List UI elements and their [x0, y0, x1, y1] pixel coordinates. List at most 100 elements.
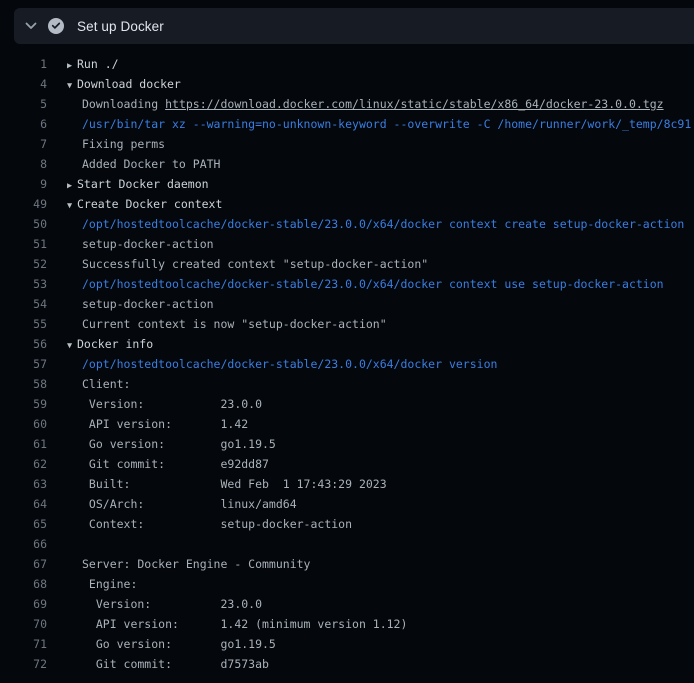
triangle-right-icon[interactable]: ▶: [67, 56, 77, 75]
line-number[interactable]: 62: [0, 454, 47, 474]
log-line: 1 ▶Run ./: [0, 54, 694, 74]
log-command: /opt/hostedtoolcache/docker-stable/23.0.…: [82, 357, 497, 371]
log-text: Context: setup-docker-action: [82, 517, 352, 531]
log-line: 62 Git commit: e92dd87: [0, 454, 694, 474]
log-command: /opt/hostedtoolcache/docker-stable/23.0.…: [82, 277, 664, 291]
log-group-row[interactable]: ▼Docker info: [67, 334, 153, 354]
log-line: 6/usr/bin/tar xz --warning=no-unknown-ke…: [0, 114, 694, 134]
actions-log-page: Set up Docker 1▶Run ./4▼Download docker5…: [0, 0, 694, 683]
line-number[interactable]: 54: [0, 294, 47, 314]
group-title[interactable]: Run ./: [77, 57, 119, 71]
log-line: 55 Current context is now "setup-docker-a…: [0, 314, 694, 334]
log-command: /usr/bin/tar xz --warning=no-unknown-key…: [82, 117, 691, 131]
log-line: 52 Successfully created context "setup-do…: [0, 254, 694, 274]
line-number[interactable]: 69: [0, 594, 47, 614]
log-line: 68 Engine:: [0, 574, 694, 594]
log-line: 58 Client:: [0, 374, 694, 394]
triangle-down-icon[interactable]: ▼: [67, 196, 77, 215]
line-number[interactable]: 52: [0, 254, 47, 274]
log-line: 59 Version: 23.0.0: [0, 394, 694, 414]
line-number[interactable]: 58: [0, 374, 47, 394]
line-number[interactable]: 1: [0, 54, 47, 74]
line-number[interactable]: 63: [0, 474, 47, 494]
triangle-right-icon[interactable]: ▶: [67, 176, 77, 195]
log-group-row[interactable]: ▼Create Docker context: [67, 194, 222, 214]
line-number[interactable]: 66: [0, 534, 47, 554]
line-number[interactable]: 68: [0, 574, 47, 594]
log-line: 61 Go version: go1.19.5: [0, 434, 694, 454]
line-number[interactable]: 67: [0, 554, 47, 574]
log-line: 53/opt/hostedtoolcache/docker-stable/23.…: [0, 274, 694, 294]
line-number[interactable]: 72: [0, 654, 47, 674]
line-number[interactable]: 60: [0, 414, 47, 434]
log-command: /opt/hostedtoolcache/docker-stable/23.0.…: [82, 217, 684, 231]
line-number[interactable]: 56: [0, 334, 47, 354]
log-text: OS/Arch: linux/amd64: [82, 497, 297, 511]
line-number[interactable]: 4: [0, 74, 47, 94]
log-line: 65 Context: setup-docker-action: [0, 514, 694, 534]
line-number[interactable]: 9: [0, 174, 47, 194]
chevron-down-icon[interactable]: [22, 22, 40, 30]
line-number[interactable]: 5: [0, 94, 47, 114]
line-number[interactable]: 55: [0, 314, 47, 334]
log-group-row[interactable]: ▼Download docker: [67, 74, 181, 94]
log-line: 63 Built: Wed Feb 1 17:43:29 2023: [0, 474, 694, 494]
log-line: 64 OS/Arch: linux/amd64: [0, 494, 694, 514]
log-text: Git commit: e92dd87: [82, 457, 269, 471]
log-line: 60 API version: 1.42: [0, 414, 694, 434]
log-text: Client:: [82, 377, 130, 391]
log-line: 8Added Docker to PATH: [0, 154, 694, 174]
line-number[interactable]: 57: [0, 354, 47, 374]
line-number[interactable]: 49: [0, 194, 47, 214]
log-line: 72 Git commit: d7573ab: [0, 654, 694, 674]
log-group-row[interactable]: ▶Run ./: [67, 54, 119, 74]
log-text: Built: Wed Feb 1 17:43:29 2023: [82, 477, 387, 491]
log-line: 5 Downloading https://download.docker.com…: [0, 94, 694, 114]
log-line: 57/opt/hostedtoolcache/docker-stable/23.…: [0, 354, 694, 374]
log-line: 49 ▼Create Docker context: [0, 194, 694, 214]
line-number[interactable]: 51: [0, 234, 47, 254]
log-text: Version: 23.0.0: [82, 597, 262, 611]
log-text: Version: 23.0.0: [82, 397, 262, 411]
line-number[interactable]: 65: [0, 514, 47, 534]
log-link[interactable]: https://download.docker.com/linux/static…: [165, 97, 664, 111]
line-number[interactable]: 59: [0, 394, 47, 414]
line-number[interactable]: 6: [0, 114, 47, 134]
line-number[interactable]: 50: [0, 214, 47, 234]
step-title: Set up Docker: [77, 19, 164, 34]
log-line: 66: [0, 534, 694, 554]
log-line: 67 Server: Docker Engine - Community: [0, 554, 694, 574]
log-line: 56 ▼Docker info: [0, 334, 694, 354]
triangle-down-icon[interactable]: ▼: [67, 76, 77, 95]
log-line: 69 Version: 23.0.0: [0, 594, 694, 614]
group-title[interactable]: Docker info: [77, 337, 153, 351]
line-number[interactable]: 61: [0, 434, 47, 454]
triangle-down-icon[interactable]: ▼: [67, 336, 77, 355]
group-title[interactable]: Start Docker daemon: [77, 177, 209, 191]
line-number[interactable]: 8: [0, 154, 47, 174]
line-number[interactable]: 7: [0, 134, 47, 154]
line-number[interactable]: 64: [0, 494, 47, 514]
group-title[interactable]: Download docker: [77, 77, 181, 91]
log-text: Engine:: [82, 577, 137, 591]
group-title[interactable]: Create Docker context: [77, 197, 222, 211]
line-number[interactable]: 71: [0, 634, 47, 654]
log-text: Downloading: [82, 97, 165, 111]
log-line: 51setup-docker-action: [0, 234, 694, 254]
log-text: Git commit: d7573ab: [82, 657, 269, 671]
log-line: 50/opt/hostedtoolcache/docker-stable/23.…: [0, 214, 694, 234]
log-text: Go version: go1.19.5: [82, 637, 276, 651]
log-text: Fixing perms: [82, 137, 165, 151]
line-number[interactable]: 53: [0, 274, 47, 294]
log-group-row[interactable]: ▶Start Docker daemon: [67, 174, 209, 194]
step-header[interactable]: Set up Docker: [14, 8, 694, 44]
line-number[interactable]: 70: [0, 614, 47, 634]
log-text: Go version: go1.19.5: [82, 437, 276, 451]
log-line: 9 ▶Start Docker daemon: [0, 174, 694, 194]
log-line: 4 ▼Download docker: [0, 74, 694, 94]
log-text: Server: Docker Engine - Community: [82, 557, 310, 571]
log-text: Successfully created context "setup-dock…: [82, 257, 428, 271]
check-circle-icon: [48, 18, 64, 34]
log-text: Current context is now "setup-docker-act…: [82, 317, 387, 331]
log-line: 71 Go version: go1.19.5: [0, 634, 694, 654]
